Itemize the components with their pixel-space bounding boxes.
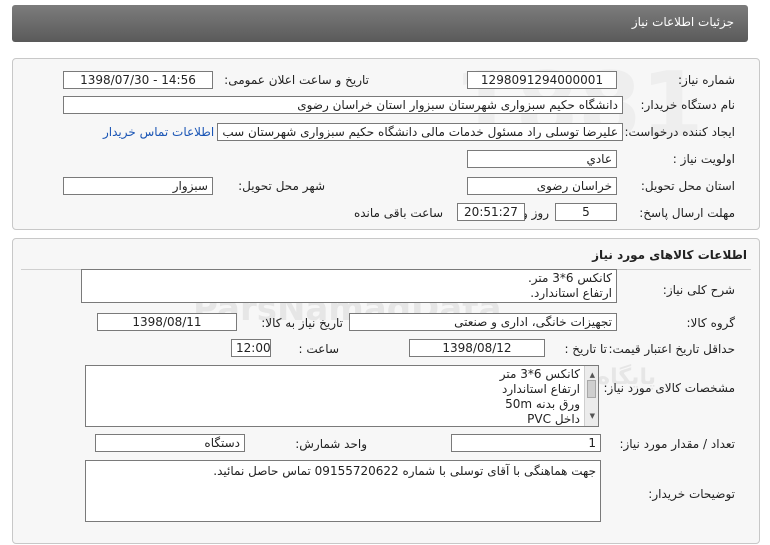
remaining-hours-label: ساعت باقی مانده	[353, 206, 443, 220]
quantity-field[interactable]: 1	[451, 434, 601, 452]
goods-group-label: گروه کالا:	[686, 316, 736, 330]
deadline-label: مهلت ارسال پاسخ:	[639, 206, 735, 220]
price-validity-date-field[interactable]: 1398/08/12	[409, 339, 545, 357]
need-number-field[interactable]: 1298091294000001	[467, 71, 617, 89]
general-desc-label: شرح کلی نیاز:	[662, 283, 735, 297]
days-and-label: روز و	[522, 206, 549, 220]
goods-group-field[interactable]: تجهیزات خانگی، اداری و صنعتی	[349, 313, 617, 331]
until-date-label: تا تاریخ :	[564, 342, 607, 356]
requester-field[interactable]: علیرضا توسلی راد مسئول خدمات مالی دانشگا…	[217, 123, 623, 141]
general-desc-line: کانکس 6*3 متر.	[527, 271, 612, 285]
need-info-panel: 1881 شماره نیاز: 1298091294000001 تاریخ …	[12, 53, 760, 230]
buyer-notes-label: توضیحات خریدار:	[648, 487, 735, 501]
time-label: ساعت :	[298, 342, 339, 356]
general-desc-line: ارتفاع استاندارد.	[530, 286, 612, 300]
delivery-province-label: استان محل تحویل:	[640, 179, 735, 193]
need-date-label: تاریخ نیاز به کالا:	[261, 316, 343, 330]
delivery-city-label: شهر محل تحویل:	[238, 179, 325, 193]
delivery-city-field[interactable]: سبزوار	[63, 177, 213, 195]
goods-info-panel: ParsNamadData پایگاه اطلاع رسانی مناقصه …	[12, 238, 760, 544]
announce-datetime-field[interactable]: 1398/07/30 - 14:56	[63, 71, 213, 89]
quantity-label: تعداد / مقدار مورد نیاز:	[619, 437, 735, 451]
buyer-org-field[interactable]: دانشگاه حکیم سبزواری شهرستان سبزوار استا…	[63, 96, 623, 114]
buyer-contact-link[interactable]: اطلاعات تماس خریدار	[103, 125, 214, 139]
buyer-notes-field[interactable]: جهت هماهنگی با آقای توسلی با شماره 09155…	[85, 460, 601, 522]
buyer-org-label: نام دستگاه خریدار:	[640, 98, 736, 112]
price-validity-time-field[interactable]: 12:00	[231, 339, 271, 357]
spec-line: کانکس 6*3 متر	[499, 367, 580, 381]
priority-label: اولویت نیاز :	[672, 152, 735, 166]
spec-line: ارتفاع استاندارد	[502, 382, 580, 396]
spec-line: ورق بدنه 50m	[505, 397, 580, 411]
announce-label: تاریخ و ساعت اعلان عمومی:	[224, 73, 369, 87]
goods-specs-textarea[interactable]: کانکس 6*3 متر ارتفاع استاندارد ورق بدنه …	[85, 365, 599, 427]
delivery-province-field[interactable]: خراسان رضوی	[467, 177, 617, 195]
page-title: جزئیات اطلاعات نیاز	[631, 15, 734, 29]
deadline-time-field[interactable]: 20:51:27	[457, 203, 525, 221]
requester-label: ایجاد کننده درخواست:	[624, 125, 735, 139]
need-date-field[interactable]: 1398/08/11	[97, 313, 237, 331]
goods-specs-label: مشخصات کالای مورد نیاز:	[603, 381, 735, 395]
general-desc-field[interactable]: کانکس 6*3 متر. ارتفاع استاندارد.	[81, 269, 617, 303]
unit-field[interactable]: دستگاه	[95, 434, 245, 452]
need-number-label: شماره نیاز:	[678, 73, 735, 87]
spec-line: داخل PVC	[527, 412, 580, 426]
deadline-days-field[interactable]: 5	[555, 203, 617, 221]
unit-label: واحد شمارش:	[295, 437, 367, 451]
priority-field[interactable]: عادي	[467, 150, 617, 168]
min-price-validity-label: حداقل تاریخ اعتبار قیمت:	[608, 342, 735, 356]
page-header: جزئیات اطلاعات نیاز	[12, 5, 748, 42]
scroll-thumb[interactable]	[587, 380, 596, 398]
specs-scrollbar[interactable]: ▲ ▼	[584, 366, 598, 426]
scroll-down-arrow-icon[interactable]: ▼	[590, 409, 595, 424]
goods-section-title: اطلاعات کالاهای مورد نیاز	[592, 248, 747, 262]
